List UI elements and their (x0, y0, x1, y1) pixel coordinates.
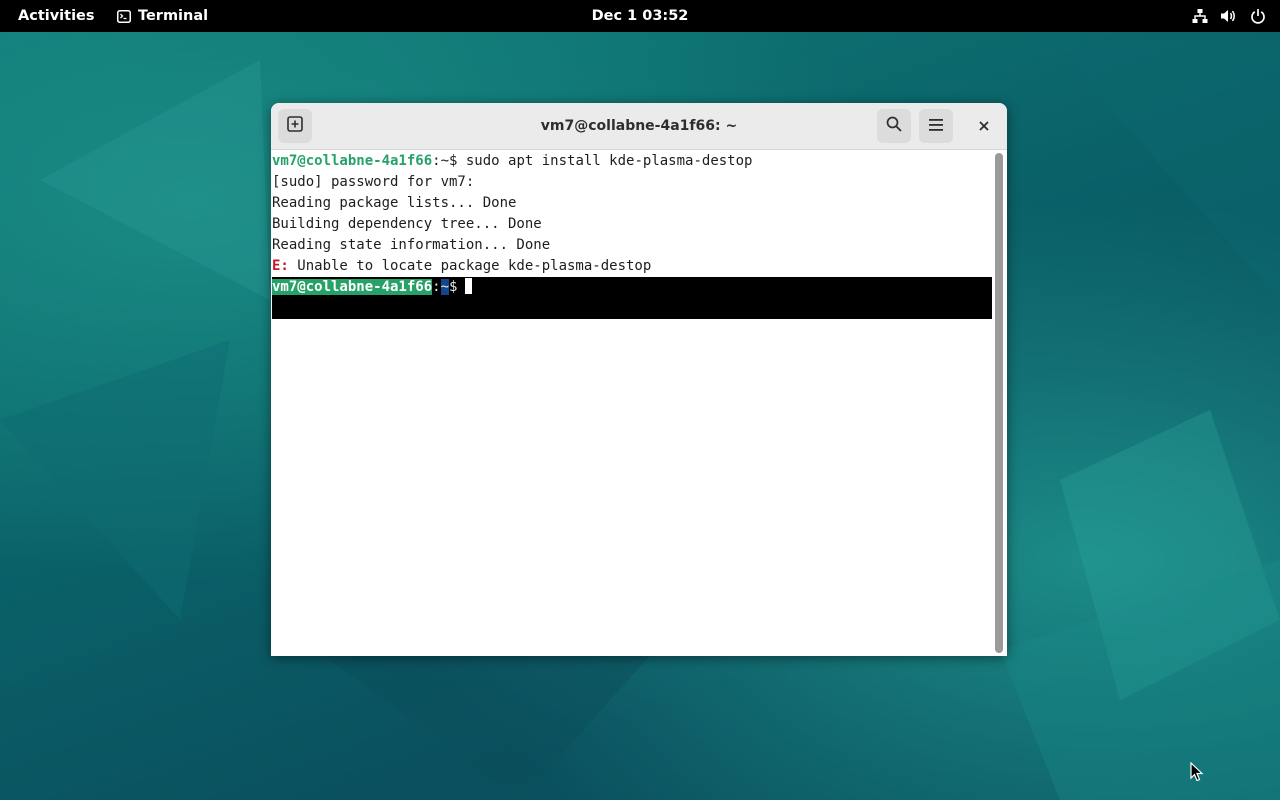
prompt-colon: : (432, 279, 441, 295)
search-button[interactable] (877, 109, 911, 143)
prompt-user-host: vm7@collabne-4a1f66 (272, 153, 433, 169)
clock[interactable]: Dec 1 03:52 (592, 8, 689, 24)
terminal-scrollbar[interactable] (995, 153, 1003, 653)
error-prefix: E: (272, 258, 289, 274)
prompt-user-host: vm7@collabne-4a1f66 (272, 279, 433, 295)
terminal-line: Reading state information... Done (272, 237, 551, 253)
prompt-path: :~$ (432, 153, 458, 169)
prompt-path: ~ (440, 279, 450, 295)
terminal-line: [sudo] password for vm7: (272, 174, 475, 190)
power-icon[interactable] (1249, 8, 1266, 25)
prompt-dollar: $ (449, 279, 458, 295)
terminal-line: Building dependency tree... Done (272, 216, 542, 232)
error-message: Unable to locate package kde-plasma-dest… (288, 258, 652, 274)
terminal-line: E: Unable to locate package kde-plasma-d… (272, 256, 651, 277)
window-title: vm7@collabne-4a1f66: ~ (540, 118, 738, 134)
activities-button[interactable]: Activities (18, 0, 95, 32)
terminal-output[interactable]: vm7@collabne-4a1f66:~$ sudo apt install … (271, 150, 993, 656)
command-text: sudo apt install kde-plasma-destop (457, 153, 753, 169)
volume-icon[interactable] (1220, 8, 1237, 25)
terminal-window: vm7@collabne-4a1f66: ~ vm7@collabne-4a1f… (271, 103, 1007, 656)
window-headerbar[interactable]: vm7@collabne-4a1f66: ~ (271, 103, 1007, 150)
close-icon (978, 117, 990, 136)
terminal-line: vm7@collabne-4a1f66:~$ sudo apt install … (272, 151, 752, 172)
system-tray[interactable] (1191, 0, 1266, 32)
search-icon (886, 116, 902, 136)
current-prompt-line[interactable]: vm7@collabne-4a1f66:~$ (272, 277, 473, 298)
top-bar: Activities Terminal Dec 1 03:52 (0, 0, 1280, 32)
new-tab-button[interactable] (278, 109, 312, 143)
mouse-pointer-icon (1190, 761, 1204, 786)
app-menu-terminal[interactable]: Terminal (117, 0, 208, 32)
main-menu-button[interactable] (919, 109, 953, 143)
network-icon[interactable] (1191, 8, 1208, 25)
close-button[interactable] (967, 109, 1001, 143)
text-cursor (465, 278, 473, 294)
hamburger-menu-icon (928, 117, 944, 136)
terminal-line: Reading package lists... Done (272, 195, 517, 211)
app-menu-label: Terminal (138, 8, 209, 24)
terminal-app-icon (117, 9, 131, 23)
new-tab-icon (287, 116, 303, 136)
